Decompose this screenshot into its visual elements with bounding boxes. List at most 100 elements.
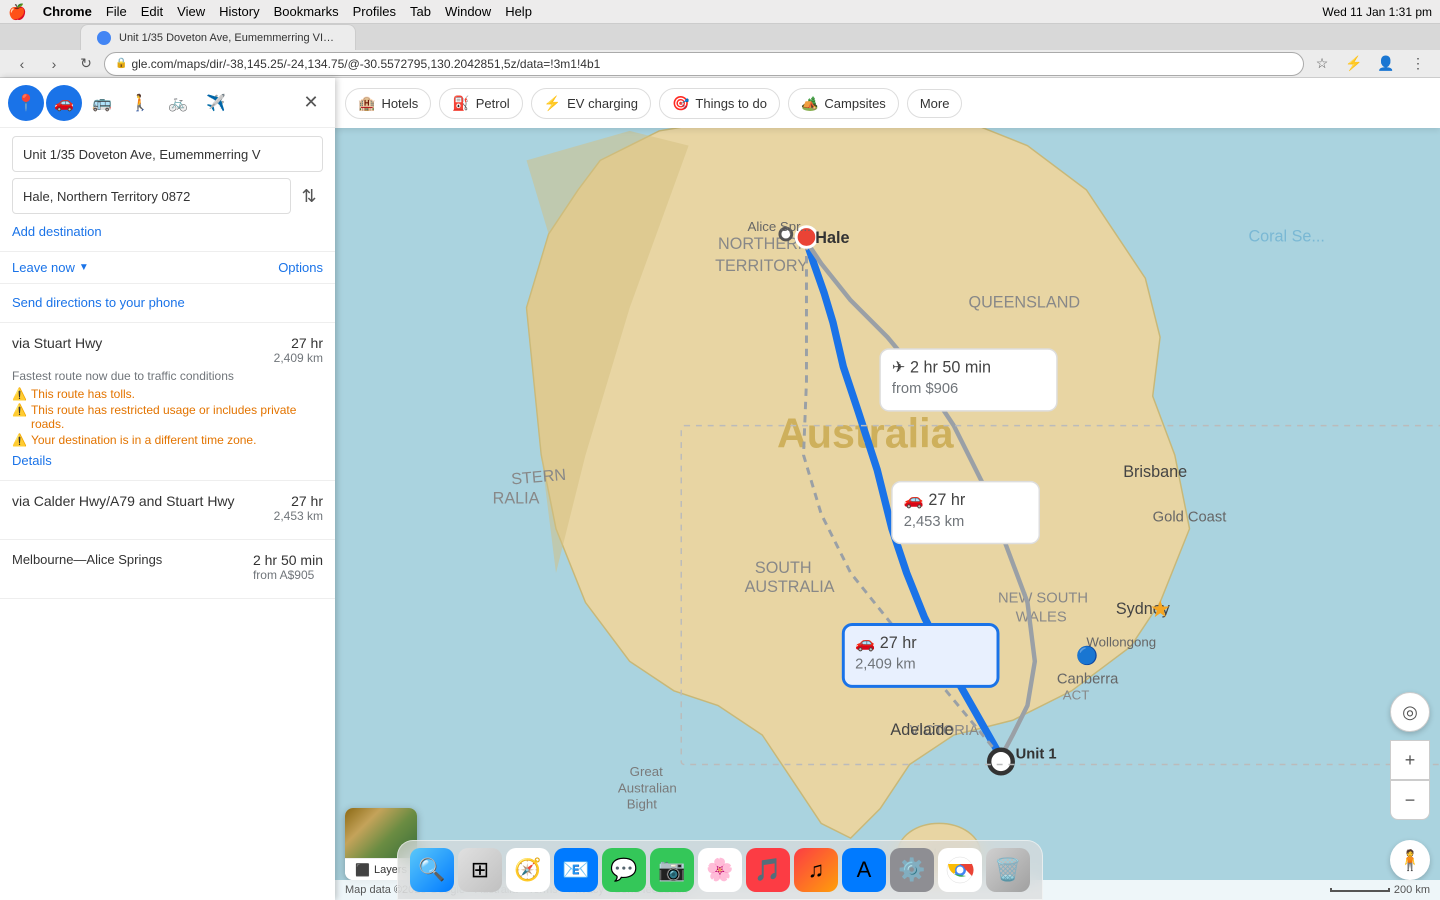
lock-icon: 🔒 — [115, 58, 127, 69]
to-input[interactable] — [12, 178, 291, 214]
svg-text:✈ 2 hr 50 min: ✈ 2 hr 50 min — [892, 359, 991, 377]
nav-mode-car[interactable]: 🚗 — [46, 85, 82, 121]
route-1-details-link[interactable]: Details — [12, 453, 323, 468]
leave-now-label: Leave now — [12, 260, 75, 275]
scale-line — [1330, 888, 1390, 892]
menu-history[interactable]: History — [219, 4, 259, 19]
dock-photos[interactable]: 🌸 — [698, 848, 742, 892]
route-1-distance: 2,409 km — [274, 351, 323, 365]
back-button[interactable]: ‹ — [8, 51, 36, 77]
apple-logo[interactable]: 🍎 — [8, 3, 27, 21]
nav-mode-location[interactable]: 📍 — [8, 85, 44, 121]
dock-finder[interactable]: 🔍 — [410, 848, 454, 892]
svg-text:NEW SOUTH: NEW SOUTH — [998, 590, 1088, 606]
tab-bar: Unit 1/35 Doveton Ave, Eumemmerring VIC … — [0, 24, 1440, 50]
route-item-flight[interactable]: Melbourne—Alice Springs 2 hr 50 min from… — [0, 540, 335, 599]
menu-tab[interactable]: Tab — [410, 4, 431, 19]
menu-window[interactable]: Window — [445, 4, 491, 19]
menu-bookmarks[interactable]: Bookmarks — [274, 4, 339, 19]
dock-appstore[interactable]: A — [842, 848, 886, 892]
petrol-icon: ⛽ — [452, 95, 469, 112]
forward-button[interactable]: › — [40, 51, 68, 77]
swap-button[interactable]: ⇅ — [295, 182, 323, 210]
nav-mode-walk[interactable]: 🚶 — [122, 85, 158, 121]
svg-text:Adelaide: Adelaide — [890, 721, 953, 739]
svg-text:2,409 km: 2,409 km — [855, 657, 916, 673]
address-bar[interactable]: 🔒 gle.com/maps/dir/-38,145.25/-24,134.75… — [104, 52, 1304, 76]
route-1-duration-dist: 27 hr 2,409 km — [274, 335, 323, 365]
filter-petrol-label: Petrol — [476, 96, 510, 111]
map-background: NORTHERN TERRITORY QUEENSLAND SOUTH AUST… — [335, 128, 1440, 900]
menu-button[interactable]: ⋮ — [1404, 51, 1432, 77]
menu-help[interactable]: Help — [505, 4, 532, 19]
menu-chrome[interactable]: Chrome — [43, 4, 92, 19]
map-svg: NORTHERN TERRITORY QUEENSLAND SOUTH AUST… — [335, 128, 1440, 900]
dock-music[interactable]: 🎵 — [746, 848, 790, 892]
route-1-duration: 27 hr — [274, 335, 323, 351]
route-item-2[interactable]: via Calder Hwy/A79 and Stuart Hwy 27 hr … — [0, 481, 335, 540]
send-directions-link[interactable]: Send directions to your phone — [12, 295, 185, 310]
filter-things-to-do[interactable]: 🎯 Things to do — [659, 88, 780, 119]
locate-button[interactable]: ◎ — [1390, 692, 1430, 732]
dock-safari[interactable]: 🧭 — [506, 848, 550, 892]
send-directions-section: Send directions to your phone — [0, 284, 335, 323]
dock-itunes[interactable]: ♫ — [794, 848, 838, 892]
route-1-header: via Stuart Hwy 27 hr 2,409 km — [12, 335, 323, 365]
dock-messages[interactable]: 💬 — [602, 848, 646, 892]
dock-facetime[interactable]: 📷 — [650, 848, 694, 892]
svg-text:★: ★ — [1150, 596, 1171, 622]
dock-chrome[interactable] — [938, 848, 982, 892]
svg-text:Alice Spr...: Alice Spr... — [748, 219, 811, 234]
close-button[interactable]: ✕ — [295, 87, 327, 119]
zoom-out-button[interactable]: − — [1390, 780, 1430, 820]
route-flight-name: Melbourne—Alice Springs — [12, 552, 253, 567]
zoom-in-button[interactable]: + — [1390, 740, 1430, 780]
nav-mode-flight[interactable]: ✈️ — [198, 85, 234, 121]
svg-text:Great: Great — [630, 764, 663, 779]
dock-system-prefs[interactable]: ⚙️ — [890, 848, 934, 892]
menu-view[interactable]: View — [177, 4, 205, 19]
menu-clock: Wed 11 Jan 1:31 pm — [1322, 5, 1432, 19]
svg-text:QUEENSLAND: QUEENSLAND — [969, 294, 1081, 312]
dock-trash[interactable]: 🗑️ — [986, 848, 1030, 892]
to-input-wrapper: ⇅ — [12, 178, 323, 214]
menu-file[interactable]: File — [106, 4, 127, 19]
leave-now-button[interactable]: Leave now ▼ — [12, 260, 89, 275]
mac-dock: 🔍 ⊞ 🧭 📧 💬 📷 🌸 🎵 ♫ A ⚙️ 🗑️ — [397, 840, 1043, 900]
options-button[interactable]: Options — [278, 260, 323, 275]
profile-button[interactable]: 👤 — [1372, 51, 1400, 77]
dock-launchpad[interactable]: ⊞ — [458, 848, 502, 892]
route-inputs: ⇅ Add destination — [0, 128, 335, 252]
filter-more[interactable]: More — [907, 89, 963, 118]
svg-text:Canberra: Canberra — [1057, 671, 1119, 687]
map-area[interactable]: 🏨 Hotels ⛽ Petrol ⚡ EV charging 🎯 Things… — [335, 78, 1440, 900]
svg-text:ACT: ACT — [1063, 688, 1090, 703]
route-1-warning-3-text: Your destination is in a different time … — [31, 433, 256, 447]
tab-title: Unit 1/35 Doveton Ave, Eumemmerring VIC … — [119, 32, 339, 44]
filter-ev-charging[interactable]: ⚡ EV charging — [531, 88, 651, 119]
mac-menu-bar: 🍎 Chrome File Edit View History Bookmark… — [0, 0, 1440, 24]
leave-now-arrow: ▼ — [79, 262, 89, 273]
add-destination-link[interactable]: Add destination — [12, 220, 323, 243]
layers-icon: ⬛ — [355, 863, 370, 877]
menu-edit[interactable]: Edit — [141, 4, 163, 19]
filter-hotels[interactable]: 🏨 Hotels — [345, 88, 431, 119]
filter-petrol[interactable]: ⛽ Petrol — [439, 88, 522, 119]
browser-tab[interactable]: Unit 1/35 Doveton Ave, Eumemmerring VIC … — [80, 24, 356, 50]
nav-mode-bike[interactable]: 🚲 — [160, 85, 196, 121]
bookmark-button[interactable]: ☆ — [1308, 51, 1336, 77]
from-input[interactable] — [12, 136, 323, 172]
pegman-button[interactable]: 🧍 — [1390, 840, 1430, 880]
dock-mail[interactable]: 📧 — [554, 848, 598, 892]
filter-campsites[interactable]: 🏕️ Campsites — [788, 88, 899, 119]
scale-label: 200 km — [1394, 884, 1430, 896]
menu-profiles[interactable]: Profiles — [353, 4, 396, 19]
scale-bar: 200 km — [1330, 884, 1430, 896]
route-options-bar: Leave now ▼ Options — [0, 252, 335, 284]
reload-button[interactable]: ↻ — [72, 51, 100, 77]
svg-text:🚗 27 hr: 🚗 27 hr — [855, 634, 917, 652]
extensions-button[interactable]: ⚡ — [1340, 51, 1368, 77]
route-item-1[interactable]: via Stuart Hwy 27 hr 2,409 km Fastest ro… — [0, 323, 335, 481]
nav-mode-transit[interactable]: 🚌 — [84, 85, 120, 121]
svg-text:Coral Se...: Coral Se... — [1248, 227, 1324, 245]
